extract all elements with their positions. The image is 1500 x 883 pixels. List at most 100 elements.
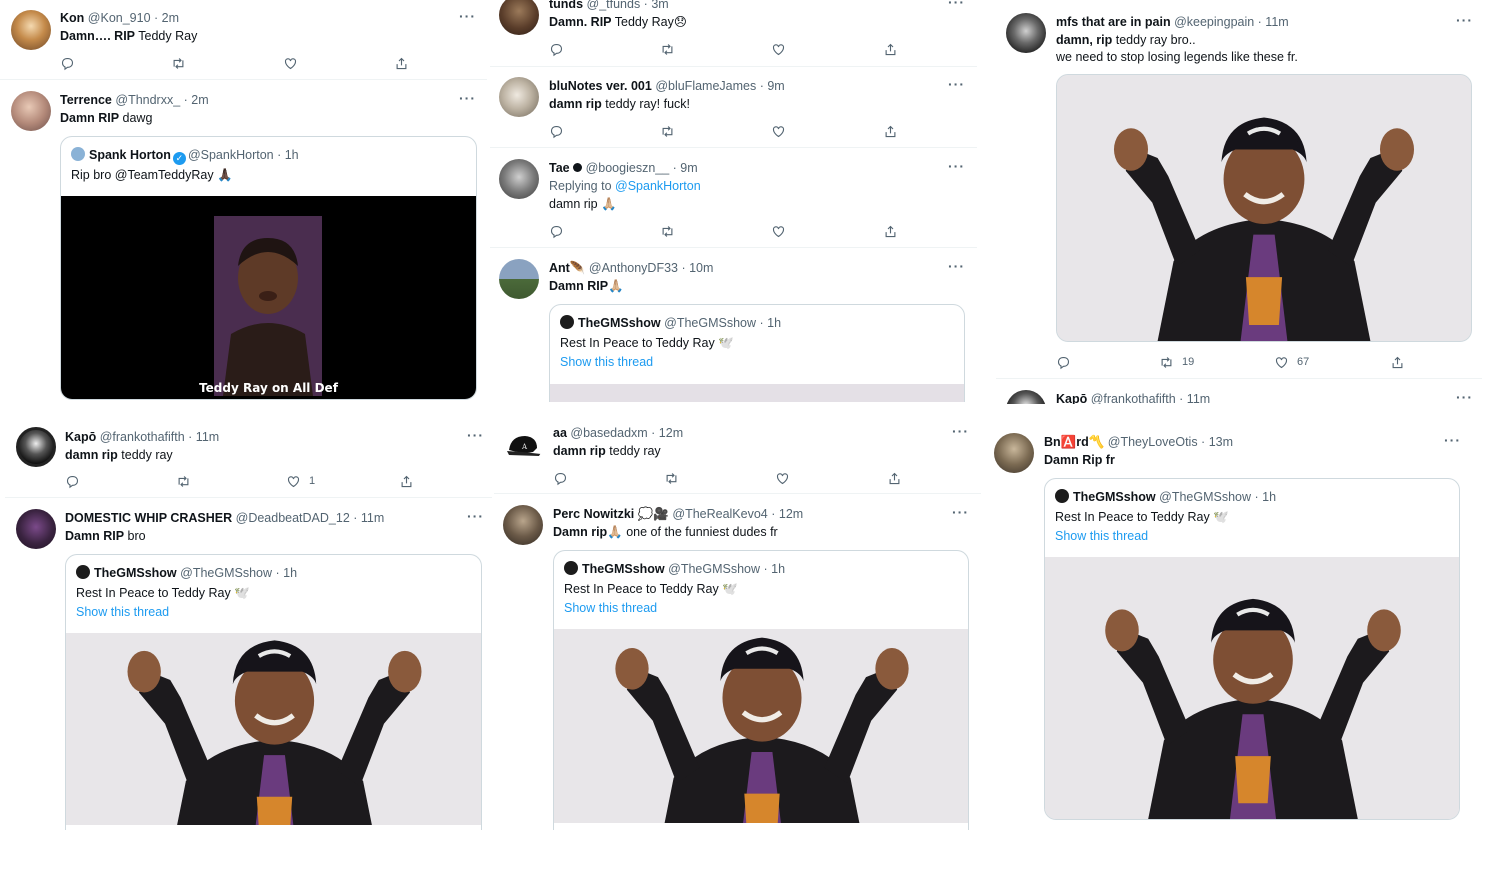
quoted-tweet[interactable]: TheGMSshow @TheGMSshow · 1h Rest In Peac…	[549, 304, 965, 402]
tweet-perc-nowitzki[interactable]: Perc Nowitzki 💭🎥 @TheRealKevo4 · 12m ···…	[494, 495, 981, 830]
more-icon[interactable]: ···	[467, 508, 484, 524]
author-meta[interactable]: @DeadbeatDAD_12 · 11m	[236, 511, 385, 525]
share-icon[interactable]	[883, 122, 923, 140]
share-icon[interactable]	[399, 472, 439, 490]
author-name[interactable]: bluNotes ver. 001	[549, 79, 652, 93]
like-icon[interactable]: 67	[1274, 353, 1344, 371]
author-name[interactable]: Bn🅰️rd〽️	[1044, 435, 1104, 449]
avatar[interactable]	[11, 10, 51, 50]
tweet-terrence[interactable]: Terrence @Thndrxx_ · 2m ··· Damn RIP daw…	[0, 81, 487, 415]
author-name[interactable]: Kon	[60, 11, 84, 25]
retweet-icon[interactable]: 19	[1159, 353, 1229, 371]
quoted-video[interactable]: Teddy Ray on All Def	[61, 196, 476, 399]
share-icon[interactable]	[394, 54, 434, 72]
reply-icon[interactable]	[60, 54, 100, 72]
author-meta[interactable]: @keepingpain · 11m	[1174, 15, 1289, 29]
author-meta[interactable]: @frankothafifth · 11m	[1091, 392, 1210, 404]
author-name[interactable]: Kapō	[1056, 392, 1087, 404]
more-icon[interactable]: ···	[467, 427, 484, 443]
like-icon[interactable]	[775, 469, 815, 487]
more-icon[interactable]: ···	[1444, 432, 1461, 448]
more-icon[interactable]: ···	[1456, 389, 1473, 404]
like-icon[interactable]	[771, 222, 811, 240]
tweet-tae[interactable]: Tae @boogieszn__ · 9m ··· Replying to @S…	[490, 149, 977, 248]
author-name[interactable]: mfs that are in pain	[1056, 15, 1171, 29]
author-name[interactable]: Kapō	[65, 430, 96, 444]
author-meta[interactable]: @Thndrxx_ · 2m	[115, 93, 208, 107]
share-icon[interactable]	[883, 40, 923, 58]
author-name[interactable]: DOMESTIC WHIP CRASHER	[65, 511, 232, 525]
tweet-kon[interactable]: Kon @Kon_910 · 2m ··· Damn…. RIP Teddy R…	[0, 0, 487, 80]
author-name[interactable]: Perc Nowitzki 💭🎥	[553, 507, 669, 521]
reply-icon[interactable]	[549, 122, 589, 140]
more-icon[interactable]: ···	[948, 0, 965, 10]
show-thread-link[interactable]: Show this thread	[564, 601, 657, 615]
author-meta[interactable]: @TheRealKevo4 · 12m	[672, 507, 803, 521]
quoted-photo[interactable]	[1045, 557, 1459, 819]
tweet-mfs-that-are-in-pain[interactable]: mfs that are in pain @keepingpain · 11m …	[996, 3, 1482, 379]
quoted-tweet[interactable]: TheGMSshow @TheGMSshow · 1h Rest In Peac…	[553, 550, 969, 830]
more-icon[interactable]: ···	[1456, 12, 1473, 28]
reply-icon[interactable]	[65, 472, 105, 490]
avatar[interactable]	[1006, 390, 1046, 404]
author-meta[interactable]: @basedadxm · 12m	[570, 426, 683, 440]
avatar[interactable]	[499, 159, 539, 199]
retweet-icon[interactable]	[660, 40, 700, 58]
more-icon[interactable]: ···	[952, 423, 969, 439]
avatar[interactable]	[499, 77, 539, 117]
author-meta[interactable]: @frankothafifth · 11m	[100, 430, 219, 444]
tweet-kapo[interactable]: Kapō @frankothafifth · 11m ··· damn rip …	[5, 420, 492, 498]
retweet-icon[interactable]	[664, 469, 704, 487]
more-icon[interactable]: ···	[952, 504, 969, 520]
avatar[interactable]	[1006, 13, 1046, 53]
tweet-aa[interactable]: A aa @basedadxm · 12m ··· damn rip teddy…	[494, 415, 981, 494]
author-name[interactable]: Terrence	[60, 93, 112, 107]
avatar[interactable]	[994, 433, 1034, 473]
avatar[interactable]	[16, 427, 56, 467]
show-thread-link[interactable]: Show this thread	[76, 605, 169, 619]
tweet-bnard[interactable]: Bn🅰️rd〽️ @TheyLoveOtis · 13m ··· Damn Ri…	[984, 423, 1470, 828]
quoted-tweet[interactable]: TheGMSshow @TheGMSshow · 1h Rest In Peac…	[1044, 478, 1460, 820]
like-icon[interactable]	[283, 54, 323, 72]
tweet-tunds[interactable]: tunds @_tfunds · 3m ··· Damn. RIP Teddy …	[490, 0, 977, 67]
tweet-photo[interactable]	[1056, 74, 1472, 342]
quoted-photo[interactable]	[554, 629, 968, 823]
avatar[interactable]	[11, 91, 51, 131]
show-thread-link[interactable]: Show this thread	[560, 355, 653, 369]
author-name[interactable]: Ant🪶	[549, 261, 585, 275]
share-icon[interactable]	[1390, 353, 1430, 371]
more-icon[interactable]: ···	[948, 76, 965, 92]
author-meta[interactable]: @_tfunds · 3m	[587, 0, 669, 11]
tweet-blunotes[interactable]: bluNotes ver. 001 @bluFlameJames · 9m ··…	[490, 68, 977, 148]
tweet-ant[interactable]: Ant🪶 @AnthonyDF33 · 10m ··· Damn RIP🙏🏼 T…	[490, 249, 977, 402]
like-icon[interactable]	[771, 40, 811, 58]
author-meta[interactable]: @AnthonyDF33 · 10m	[589, 261, 714, 275]
avatar[interactable]	[499, 0, 539, 35]
retweet-icon[interactable]	[660, 122, 700, 140]
author-name[interactable]: tunds	[549, 0, 583, 11]
author-name[interactable]: aa	[553, 426, 567, 440]
reply-icon[interactable]	[1056, 353, 1096, 371]
show-thread-link[interactable]: Show this thread	[1055, 529, 1148, 543]
reply-icon[interactable]	[549, 40, 589, 58]
like-icon[interactable]: 1	[286, 472, 346, 490]
avatar[interactable]: A	[503, 424, 543, 464]
quoted-tweet[interactable]: Spank Horton ✓ @SpankHorton · 1h Rip bro @…	[60, 136, 477, 400]
avatar[interactable]	[16, 509, 56, 549]
avatar[interactable]	[499, 259, 539, 299]
author-meta[interactable]: @boogieszn__ · 9m	[586, 161, 698, 175]
retweet-icon[interactable]	[171, 54, 211, 72]
avatar[interactable]	[503, 505, 543, 545]
quoted-photo[interactable]	[66, 633, 481, 825]
more-icon[interactable]: ···	[948, 258, 965, 274]
reply-icon[interactable]	[549, 222, 589, 240]
share-icon[interactable]	[887, 469, 927, 487]
author-meta[interactable]: @TheyLoveOtis · 13m	[1108, 435, 1233, 449]
author-meta[interactable]: @bluFlameJames · 9m	[655, 79, 784, 93]
tweet-domestic-whip-crasher[interactable]: DOMESTIC WHIP CRASHER @DeadbeatDAD_12 · …	[5, 499, 492, 830]
quoted-tweet[interactable]: TheGMSshow @TheGMSshow · 1h Rest In Peac…	[65, 554, 482, 830]
more-icon[interactable]: ···	[459, 8, 476, 24]
more-icon[interactable]: ···	[459, 90, 476, 106]
retweet-icon[interactable]	[176, 472, 216, 490]
reply-handle-link[interactable]: @SpankHorton	[615, 179, 701, 193]
